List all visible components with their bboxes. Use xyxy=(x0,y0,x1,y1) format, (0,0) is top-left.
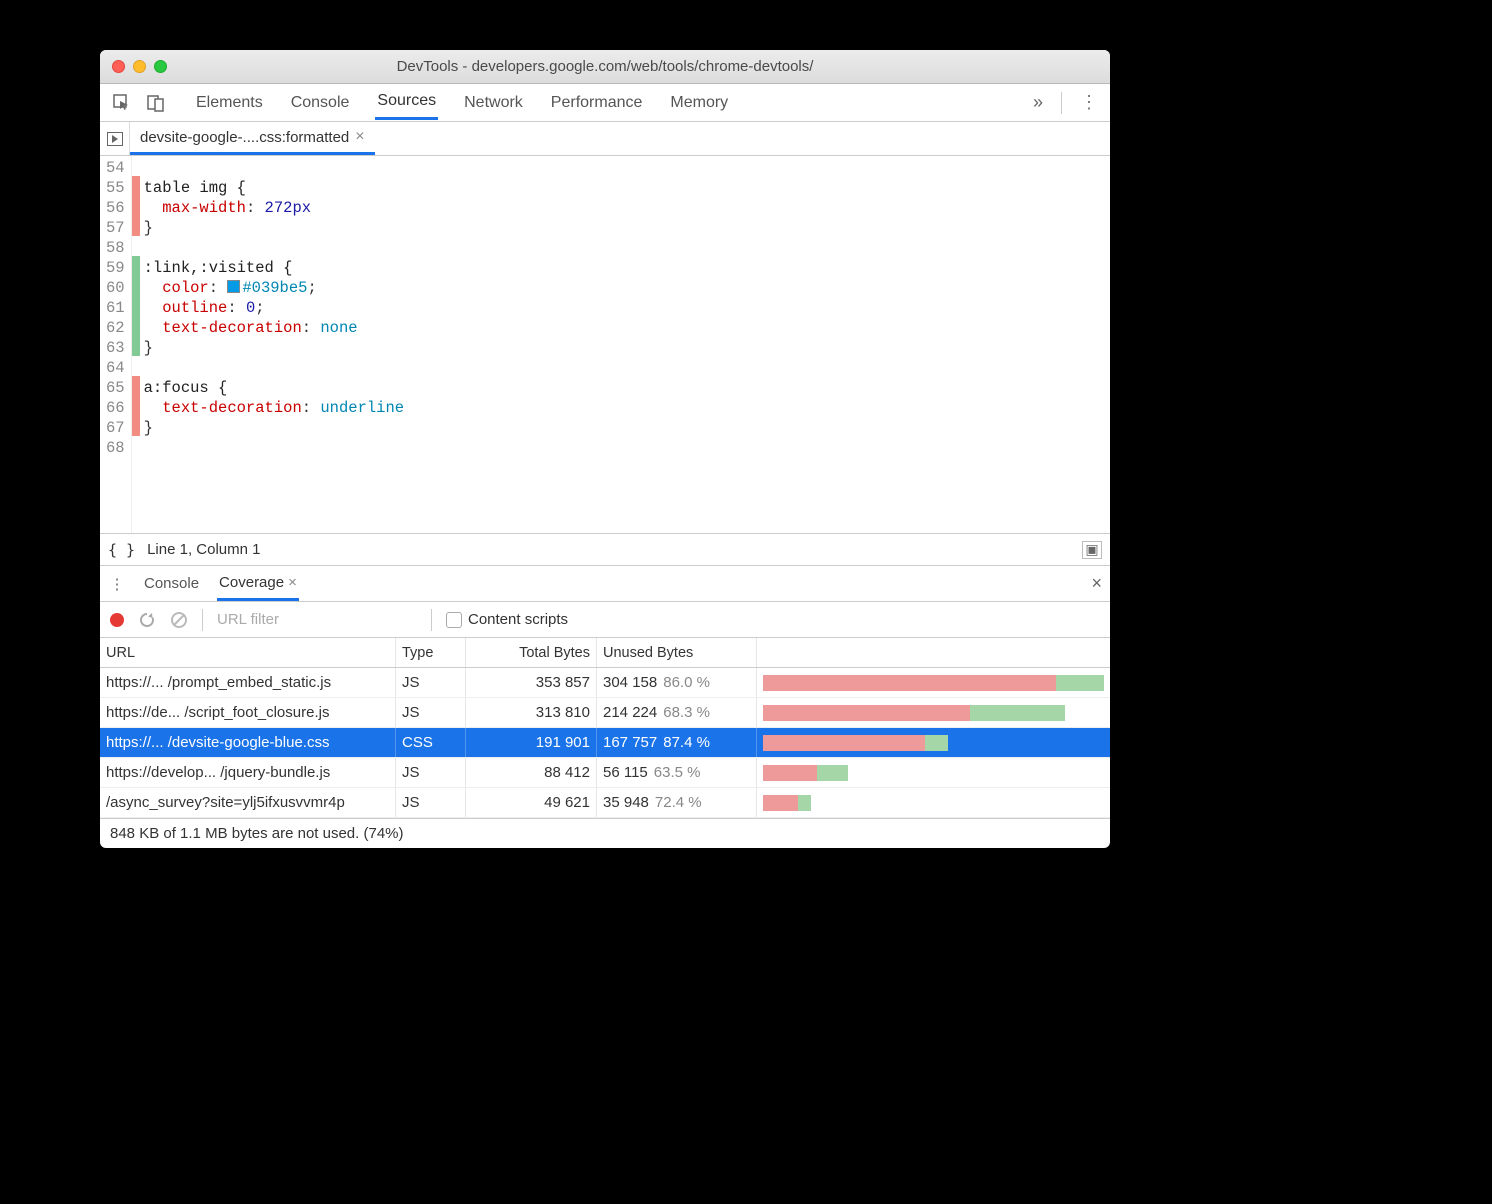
content-scripts-checkbox[interactable]: Content scripts xyxy=(446,611,568,628)
col-unused-bytes[interactable]: Unused Bytes xyxy=(597,638,757,667)
cell-unused: 167 75787.4 % xyxy=(597,728,757,757)
drawer-tab-coverage[interactable]: Coverage × xyxy=(217,566,299,601)
table-row[interactable]: /async_survey?site=ylj5ifxusvvmr4pJS49 6… xyxy=(100,788,1110,818)
window-title: DevTools - developers.google.com/web/too… xyxy=(100,58,1110,75)
cursor-position: Line 1, Column 1 xyxy=(147,541,260,558)
coverage-toolbar: URL filter Content scripts xyxy=(100,602,1110,638)
cell-type: JS xyxy=(396,758,466,787)
coverage-summary: 848 KB of 1.1 MB bytes are not used. (74… xyxy=(100,818,1110,848)
cell-total: 353 857 xyxy=(466,668,597,697)
drawer-tabstrip: ⋮ Console Coverage × × xyxy=(100,566,1110,602)
overflow-tabs-icon[interactable]: » xyxy=(1033,92,1043,113)
drawer-menu-icon[interactable]: ⋮ xyxy=(108,566,126,601)
line-number-gutter: 545556575859606162636465666768 xyxy=(100,156,132,533)
cell-bar xyxy=(757,788,1110,817)
show-navigator-icon[interactable] xyxy=(100,122,130,155)
reload-button[interactable] xyxy=(138,611,156,629)
traffic-lights xyxy=(100,60,167,73)
tab-network[interactable]: Network xyxy=(462,87,525,119)
record-button[interactable] xyxy=(110,613,124,627)
cell-url: https://... /prompt_embed_static.js xyxy=(100,668,396,697)
cell-bar xyxy=(757,758,1110,787)
cell-total: 313 810 xyxy=(466,698,597,727)
cell-type: JS xyxy=(396,668,466,697)
divider xyxy=(202,609,203,631)
file-tab-label: devsite-google-....css:formatted xyxy=(140,129,349,146)
device-toolbar-icon[interactable] xyxy=(142,84,170,121)
col-type[interactable]: Type xyxy=(396,638,466,667)
cell-type: JS xyxy=(396,788,466,817)
table-header-row: URL Type Total Bytes Unused Bytes xyxy=(100,638,1110,668)
devtools-window: DevTools - developers.google.com/web/too… xyxy=(100,50,1110,848)
settings-kebab-icon[interactable]: ⋮ xyxy=(1080,92,1098,113)
coverage-gutter xyxy=(132,156,140,533)
zoom-window-button[interactable] xyxy=(154,60,167,73)
coverage-table: URL Type Total Bytes Unused Bytes https:… xyxy=(100,638,1110,818)
source-editor[interactable]: 545556575859606162636465666768 table img… xyxy=(100,156,1110,534)
inspect-element-icon[interactable] xyxy=(108,84,136,121)
close-file-tab-icon[interactable]: × xyxy=(355,128,364,146)
col-total-bytes[interactable]: Total Bytes xyxy=(466,638,597,667)
table-row[interactable]: https://... /prompt_embed_static.jsJS353… xyxy=(100,668,1110,698)
divider xyxy=(431,609,432,631)
cell-total: 88 412 xyxy=(466,758,597,787)
tab-performance[interactable]: Performance xyxy=(549,87,645,119)
cell-total: 49 621 xyxy=(466,788,597,817)
cell-bar xyxy=(757,728,1110,757)
code-body[interactable]: table img { max-width: 272px}:link,:visi… xyxy=(140,156,408,533)
cell-bar xyxy=(757,668,1110,697)
col-url[interactable]: URL xyxy=(100,638,396,667)
tab-console[interactable]: Console xyxy=(289,87,352,119)
cell-url: https://develop... /jquery-bundle.js xyxy=(100,758,396,787)
close-drawer-icon[interactable]: × xyxy=(1091,573,1102,594)
cell-unused: 35 94872.4 % xyxy=(597,788,757,817)
tab-memory[interactable]: Memory xyxy=(668,87,730,119)
tab-elements[interactable]: Elements xyxy=(194,87,265,119)
cell-unused: 56 11563.5 % xyxy=(597,758,757,787)
close-window-button[interactable] xyxy=(112,60,125,73)
main-tabstrip: Elements Console Sources Network Performance… xyxy=(100,84,1110,122)
cell-unused: 304 15886.0 % xyxy=(597,668,757,697)
table-row[interactable]: https://develop... /jquery-bundle.jsJS88… xyxy=(100,758,1110,788)
cell-total: 191 901 xyxy=(466,728,597,757)
col-visualization xyxy=(757,638,1110,667)
file-tab[interactable]: devsite-google-....css:formatted × xyxy=(130,122,375,155)
cell-url: https://... /devsite-google-blue.css xyxy=(100,728,396,757)
cell-url: /async_survey?site=ylj5ifxusvvmr4p xyxy=(100,788,396,817)
minimize-window-button[interactable] xyxy=(133,60,146,73)
editor-status-bar: { } Line 1, Column 1 ▣ xyxy=(100,534,1110,566)
table-row[interactable]: https://de... /script_foot_closure.jsJS3… xyxy=(100,698,1110,728)
url-filter-input[interactable]: URL filter xyxy=(217,611,417,628)
file-tab-row: devsite-google-....css:formatted × xyxy=(100,122,1110,156)
cell-type: JS xyxy=(396,698,466,727)
drawer-tab-console[interactable]: Console xyxy=(142,566,201,601)
clear-button[interactable] xyxy=(170,611,188,629)
cell-unused: 214 22468.3 % xyxy=(597,698,757,727)
close-drawer-tab-icon[interactable]: × xyxy=(288,574,297,591)
titlebar: DevTools - developers.google.com/web/too… xyxy=(100,50,1110,84)
table-row[interactable]: https://... /devsite-google-blue.cssCSS1… xyxy=(100,728,1110,758)
pretty-print-button[interactable]: { } xyxy=(108,541,135,559)
cell-bar xyxy=(757,698,1110,727)
tab-sources[interactable]: Sources xyxy=(375,85,438,120)
cell-type: CSS xyxy=(396,728,466,757)
checkbox-icon[interactable] xyxy=(446,612,462,628)
toggle-sidebar-icon[interactable]: ▣ xyxy=(1082,541,1102,559)
cell-url: https://de... /script_foot_closure.js xyxy=(100,698,396,727)
